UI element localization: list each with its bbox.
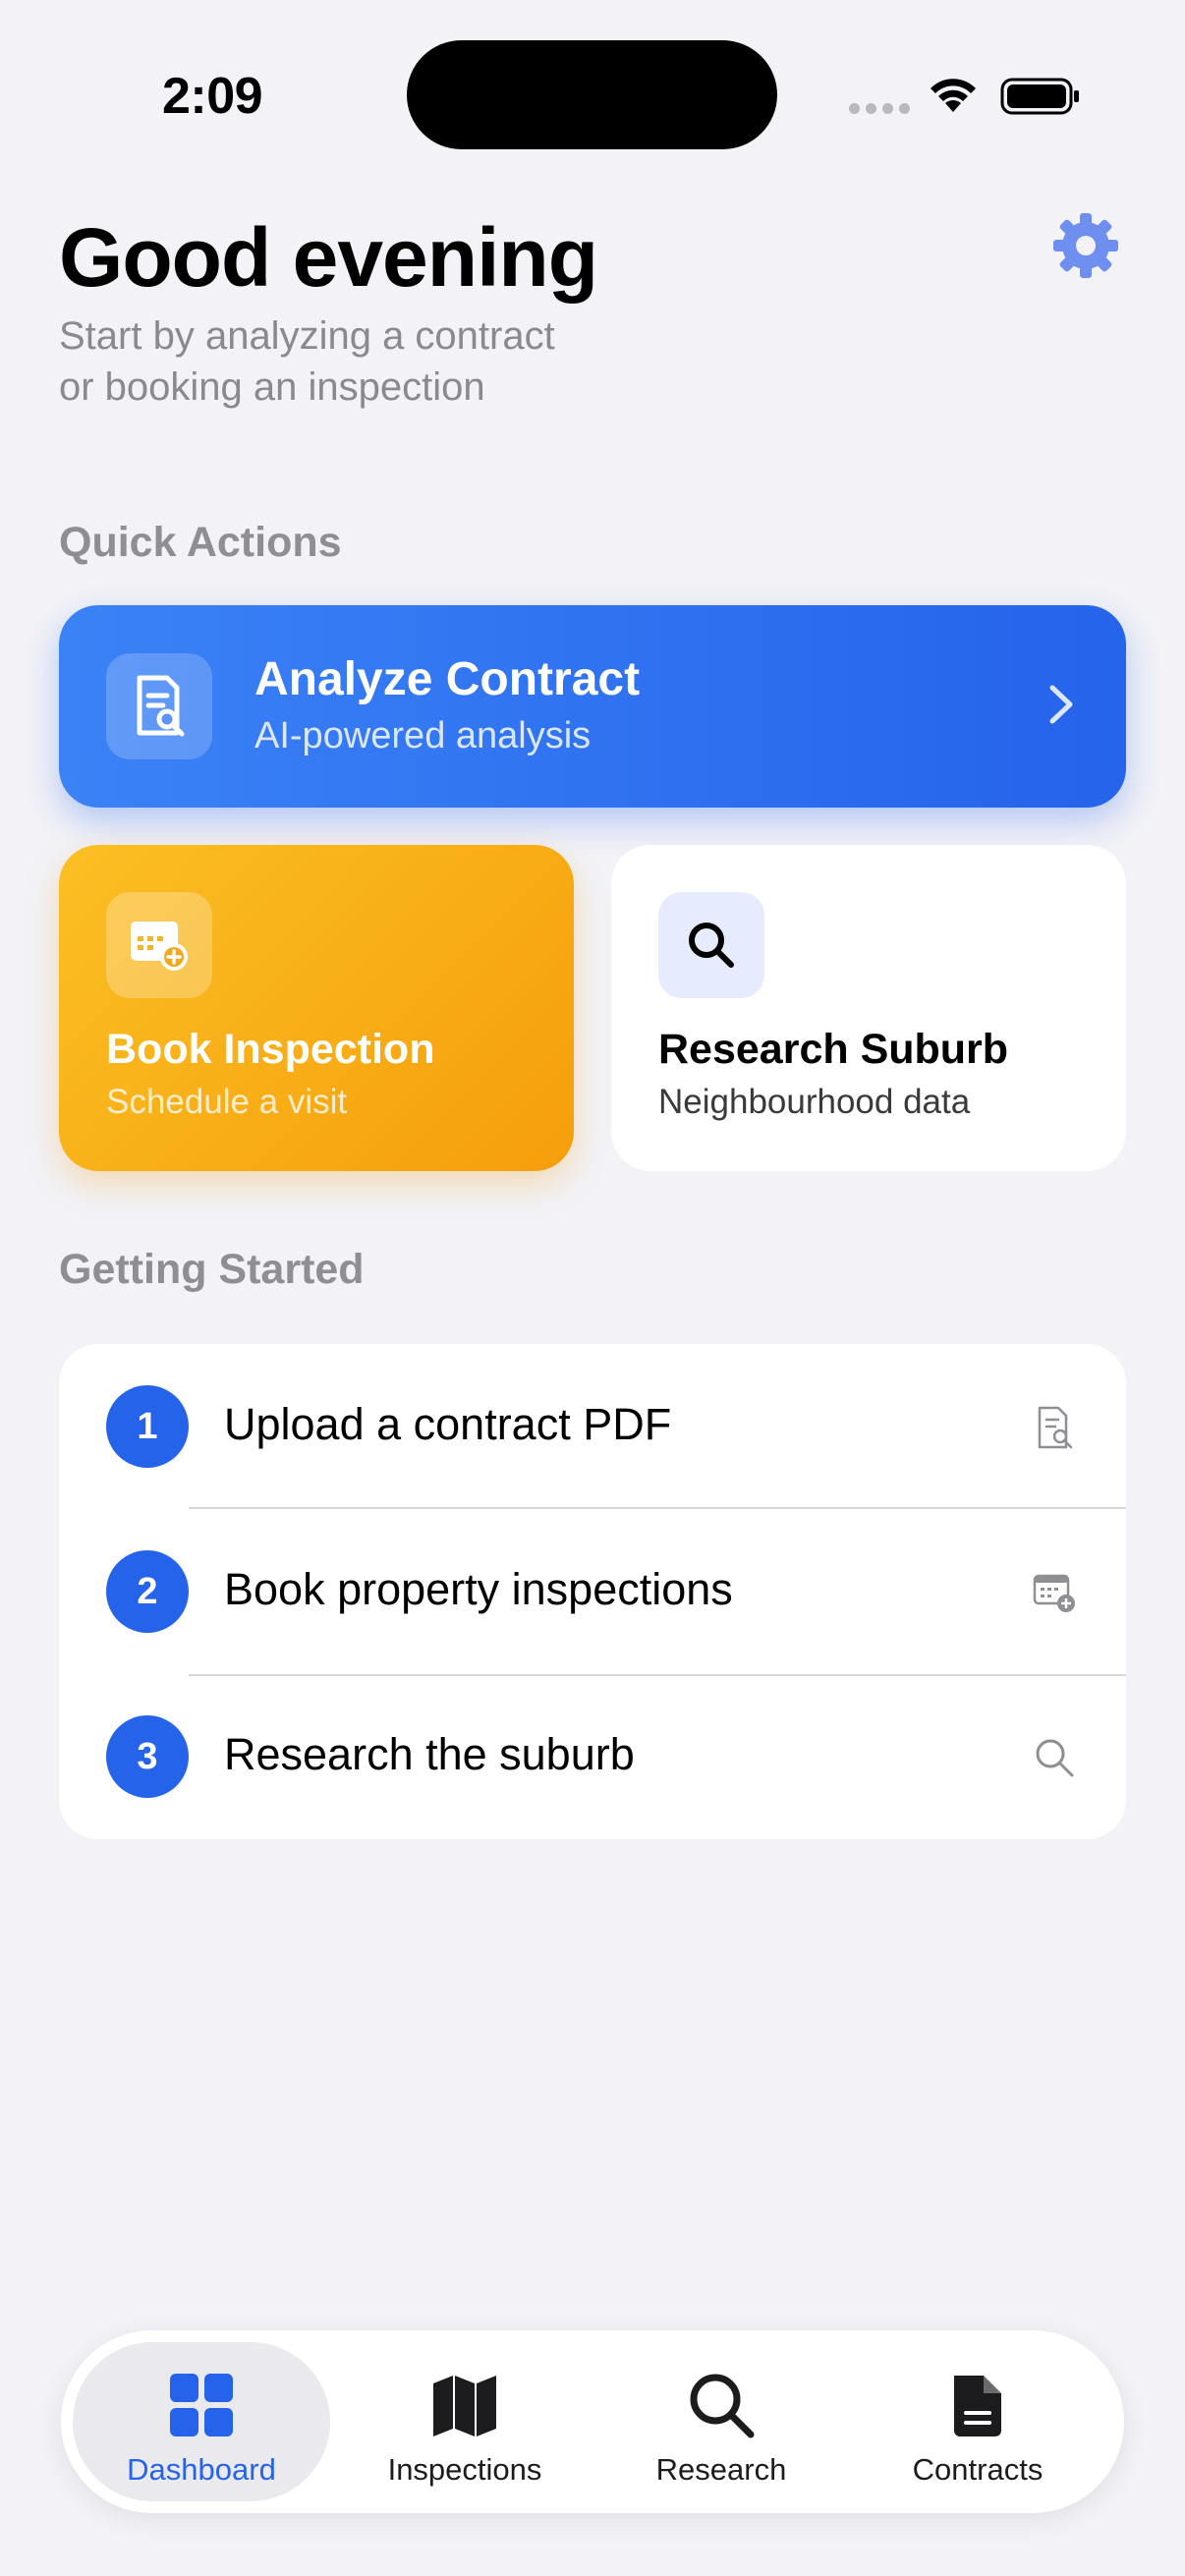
section-heading-quick-actions: Quick Actions bbox=[59, 519, 342, 566]
settings-gear-icon[interactable] bbox=[1051, 211, 1120, 280]
tab-contracts[interactable]: Contracts bbox=[849, 2342, 1106, 2501]
status-time: 2:09 bbox=[162, 68, 263, 125]
step-number-badge: 2 bbox=[106, 1550, 189, 1633]
tab-label: Research bbox=[655, 2452, 787, 2487]
research-suburb-title: Research Suburb bbox=[658, 1026, 1009, 1073]
analyze-contract-title: Analyze Contract bbox=[254, 653, 641, 705]
book-inspection-subtitle: Schedule a visit bbox=[106, 1083, 348, 1121]
book-inspection-card[interactable]: Book Inspection Schedule a visit bbox=[59, 845, 574, 1171]
map-icon bbox=[433, 2376, 496, 2436]
list-item[interactable]: 2 Book property inspections bbox=[59, 1509, 1126, 1674]
document-search-icon bbox=[1038, 1406, 1073, 1449]
step-label: Book property inspections bbox=[224, 1564, 733, 1614]
calendar-add-icon bbox=[106, 892, 212, 998]
wifi-icon bbox=[931, 79, 976, 112]
page-title: Good evening bbox=[59, 211, 598, 304]
step-label: Research the suburb bbox=[224, 1729, 635, 1779]
chevron-right-icon bbox=[1049, 685, 1073, 724]
dynamic-island bbox=[407, 40, 777, 149]
tab-label: Contracts bbox=[912, 2452, 1044, 2487]
section-heading-getting-started: Getting Started bbox=[59, 1246, 365, 1293]
step-number-badge: 1 bbox=[106, 1385, 189, 1468]
analyze-contract-card[interactable]: Analyze Contract AI-powered analysis bbox=[59, 605, 1126, 808]
research-suburb-subtitle: Neighbourhood data bbox=[658, 1083, 971, 1121]
subtitle-line: Start by analyzing a contract bbox=[59, 314, 555, 358]
document-icon bbox=[954, 2376, 1001, 2436]
tab-label: Inspections bbox=[387, 2452, 542, 2487]
tab-research[interactable]: Research bbox=[592, 2342, 850, 2501]
tab-dashboard[interactable]: Dashboard bbox=[73, 2342, 330, 2501]
search-icon bbox=[690, 2374, 755, 2438]
list-item[interactable]: 3 Research the suburb bbox=[59, 1674, 1126, 1839]
page-subtitle: Start by analyzing a contract or booking… bbox=[59, 310, 649, 413]
calendar-add-icon bbox=[1033, 1574, 1075, 1612]
battery-icon bbox=[1000, 78, 1079, 115]
search-icon bbox=[658, 892, 764, 998]
step-number-badge: 3 bbox=[106, 1715, 189, 1798]
tab-inspections[interactable]: Inspections bbox=[336, 2342, 593, 2501]
list-item[interactable]: 1 Upload a contract PDF bbox=[59, 1344, 1126, 1509]
contract-search-icon bbox=[106, 653, 212, 759]
getting-started-list: 1 Upload a contract PDF 2 Book property … bbox=[59, 1344, 1126, 1839]
grid-icon bbox=[170, 2374, 233, 2436]
cellular-signal-icon bbox=[849, 103, 910, 114]
book-inspection-title: Book Inspection bbox=[106, 1026, 435, 1073]
step-label: Upload a contract PDF bbox=[224, 1399, 672, 1449]
search-icon bbox=[1036, 1739, 1074, 1777]
research-suburb-card[interactable]: Research Suburb Neighbourhood data bbox=[611, 845, 1126, 1171]
tab-label: Dashboard bbox=[127, 2452, 276, 2487]
tab-bar: Dashboard Inspections Research Contracts bbox=[61, 2330, 1124, 2513]
subtitle-line: or booking an inspection bbox=[59, 365, 485, 409]
analyze-contract-subtitle: AI-powered analysis bbox=[254, 715, 592, 756]
